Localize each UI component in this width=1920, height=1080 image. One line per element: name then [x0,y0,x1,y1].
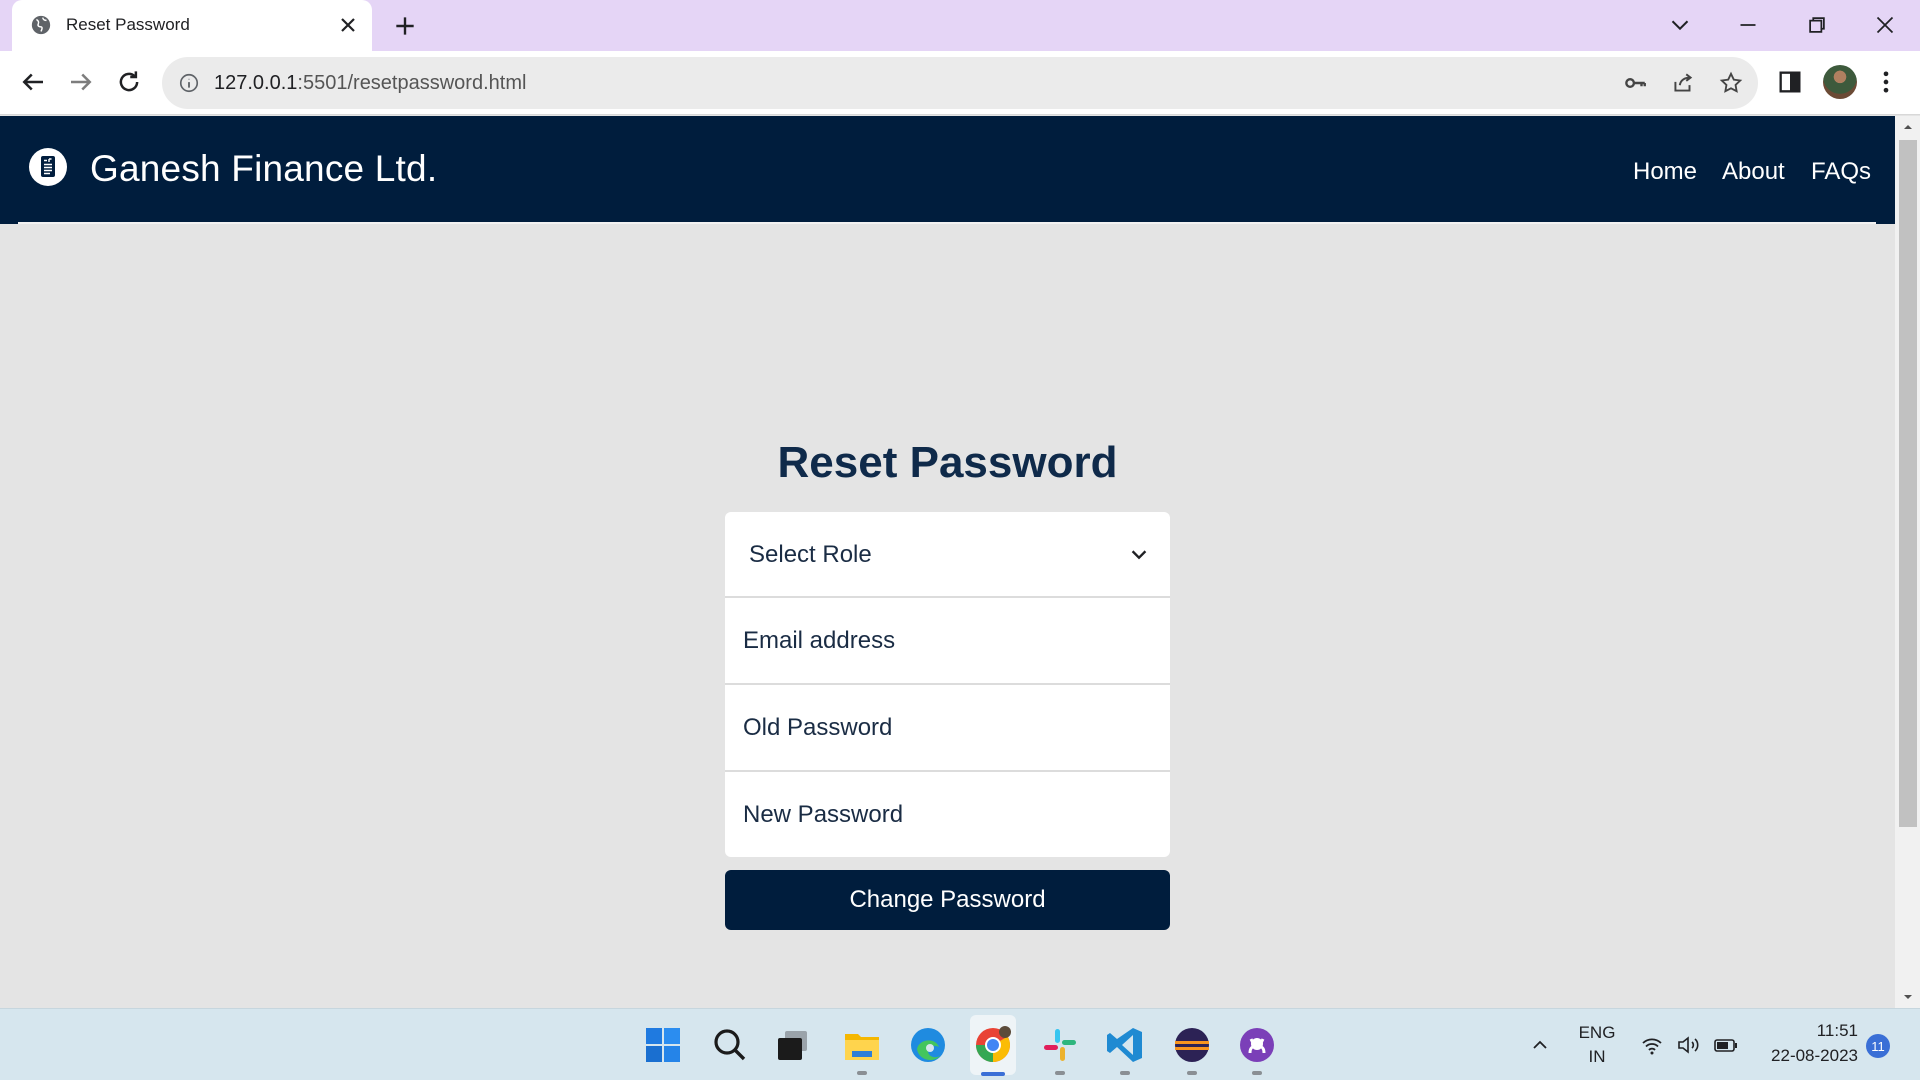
github-desktop-icon[interactable] [1237,1025,1277,1065]
brand-name[interactable]: Ganesh Finance Ltd. [90,148,437,190]
clock-date[interactable]: 22-08-2023 [1752,1046,1858,1066]
search-icon[interactable] [710,1025,750,1065]
nav-about[interactable]: About [1722,158,1785,186]
new-password-placeholder: New Password [743,800,904,828]
globe-icon [31,15,51,35]
key-icon[interactable] [1622,70,1648,96]
slack-icon[interactable] [1040,1025,1080,1065]
site-info-icon[interactable] [178,72,200,94]
close-tab-icon[interactable] [336,13,360,37]
battery-icon[interactable] [1713,1033,1739,1057]
browser-tab[interactable]: Reset Password [12,0,372,51]
share-icon[interactable] [1670,70,1696,96]
running-indicator [1120,1071,1130,1075]
page-scrollbar-thumb[interactable] [1899,140,1917,827]
page-title: Reset Password [777,438,1118,487]
menu-kebab-icon[interactable] [1872,68,1900,96]
tab-title: Reset Password [66,15,190,34]
nav-faqs[interactable]: FAQs [1811,158,1871,186]
windows-taskbar: ENG IN 11:51 22-08-2023 [0,1008,1920,1080]
new-password-field[interactable]: New Password [725,772,1170,857]
running-indicator [1252,1071,1262,1075]
volume-icon[interactable] [1676,1033,1702,1057]
browser-toolbar: 127.0.0.1:5501/resetpassword.html [0,51,1920,115]
region-indicator[interactable]: IN [1577,1047,1617,1067]
old-password-field[interactable]: Old Password [725,685,1170,770]
old-password-placeholder: Old Password [743,713,893,741]
chevron-down-icon [1131,550,1147,560]
new-tab-icon[interactable] [392,13,418,39]
eclipse-icon[interactable] [1172,1025,1212,1065]
language-indicator[interactable]: ENG [1577,1023,1617,1043]
side-panel-icon[interactable] [1776,68,1804,96]
navbar-divider [18,222,1876,224]
running-indicator [857,1071,867,1075]
address-bar[interactable]: 127.0.0.1:5501/resetpassword.html [162,57,1758,109]
site-navbar: Ganesh Finance Ltd. Home About FAQs [0,116,1895,224]
restore-icon[interactable] [1802,10,1832,40]
close-window-icon[interactable] [1870,10,1900,40]
minimize-icon[interactable] [1733,10,1763,40]
role-select-value: Select Role [749,540,872,568]
running-indicator [1187,1071,1197,1075]
start-icon[interactable] [643,1025,683,1065]
change-password-button[interactable]: Change Password [725,870,1170,930]
browser-tab-bar: Reset Password [0,0,1920,51]
notification-badge[interactable]: 11 [1866,1034,1890,1058]
chrome-icon[interactable] [973,1025,1013,1065]
running-indicator [1055,1071,1065,1075]
profile-avatar[interactable] [1823,65,1857,99]
clock-time[interactable]: 11:51 [1752,1021,1858,1041]
role-select[interactable]: Select Role [725,512,1170,597]
bookmark-star-icon[interactable] [1718,70,1744,96]
nav-home[interactable]: Home [1633,158,1697,186]
scroll-down-icon[interactable] [1901,990,1915,1004]
vscode-icon[interactable] [1105,1025,1145,1065]
url-text[interactable]: 127.0.0.1:5501/resetpassword.html [214,72,526,95]
page-viewport: Ganesh Finance Ltd. Home About FAQs Rese… [0,116,1920,1008]
task-view-icon[interactable] [773,1025,813,1065]
email-field[interactable]: Email address [725,598,1170,683]
email-placeholder: Email address [743,626,896,654]
active-indicator [981,1072,1005,1076]
edge-icon[interactable] [908,1025,948,1065]
file-explorer-icon[interactable] [842,1025,882,1065]
reload-icon[interactable] [114,67,144,97]
scroll-up-icon[interactable] [1901,120,1915,134]
document-logo-icon [29,148,67,186]
forward-icon[interactable] [66,67,96,97]
back-icon[interactable] [18,67,48,97]
tab-search-icon[interactable] [1665,10,1695,40]
show-hidden-icons-icon[interactable] [1530,1035,1550,1055]
wifi-icon[interactable] [1640,1033,1664,1057]
